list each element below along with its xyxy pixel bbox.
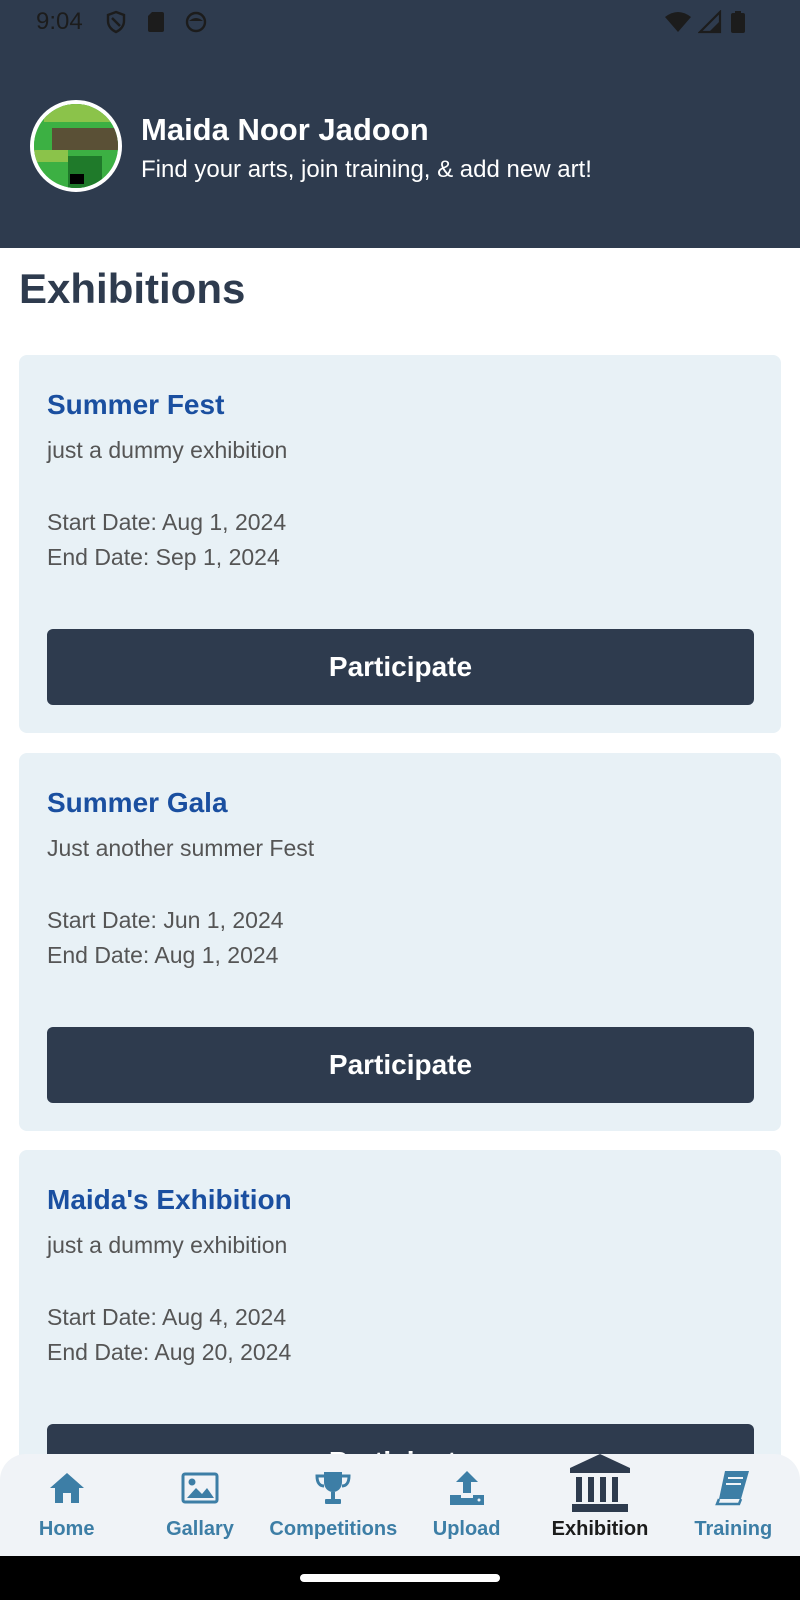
exhibition-card: Summer Gala Just another summer Fest Sta…	[19, 753, 781, 1131]
exhibition-start-date: Start Date: Aug 1, 2024	[47, 509, 287, 535]
nav-item-competitions[interactable]: Competitions	[267, 1454, 400, 1556]
exhibition-card: Summer Fest just a dummy exhibition Star…	[19, 355, 781, 733]
nav-label: Exhibition	[551, 1518, 649, 1540]
exhibition-description: just a dummy exhibition	[47, 437, 288, 463]
image-icon	[181, 1472, 219, 1504]
nav-item-exhibition[interactable]: Exhibition	[533, 1454, 666, 1556]
avatar-image	[34, 104, 118, 188]
home-gesture-pill[interactable]	[300, 1574, 500, 1582]
battery-icon	[731, 11, 745, 33]
page-title: Exhibitions	[19, 265, 246, 312]
wifi-icon	[665, 12, 691, 32]
nav-label: Training	[694, 1518, 773, 1540]
nav-item-gallary[interactable]: Gallary	[133, 1454, 266, 1556]
exhibition-title: Summer Gala	[47, 787, 228, 818]
nav-label: Upload	[432, 1518, 501, 1540]
user-tagline: Find your arts, join training, & add new…	[141, 156, 592, 183]
nav-label: Competitions	[269, 1518, 398, 1540]
app-header: 9:04 Maida Noor Jadoon Find your arts, j…	[0, 0, 800, 248]
participate-button[interactable]: Participate	[47, 1027, 754, 1103]
upload-icon	[449, 1471, 484, 1505]
nav-label: Home	[38, 1518, 95, 1540]
status-time: 9:04	[36, 8, 83, 35]
nav-item-home[interactable]: Home	[0, 1454, 133, 1556]
exhibition-description: Just another summer Fest	[47, 835, 315, 861]
face-icon	[185, 11, 207, 33]
bottom-nav: Home Gallary Competitions Upload Exhibit…	[0, 1454, 800, 1556]
nav-label: Gallary	[166, 1518, 234, 1540]
trophy-icon	[315, 1472, 351, 1504]
participate-button[interactable]: Participate	[47, 629, 754, 705]
shield-icon	[106, 10, 126, 34]
home-icon	[49, 1473, 84, 1503]
status-bar: 9:04	[0, 0, 800, 46]
avatar[interactable]	[30, 100, 122, 192]
nav-item-upload[interactable]: Upload	[400, 1454, 533, 1556]
exhibition-end-date: End Date: Aug 1, 2024	[47, 942, 279, 968]
exhibition-end-date: End Date: Aug 20, 2024	[47, 1339, 292, 1365]
exhibition-title: Maida's Exhibition	[47, 1184, 292, 1215]
sd-card-icon	[148, 12, 164, 32]
exhibition-start-date: Start Date: Jun 1, 2024	[47, 907, 284, 933]
book-icon	[715, 1471, 750, 1506]
exhibition-title: Summer Fest	[47, 389, 225, 420]
exhibition-end-date: End Date: Sep 1, 2024	[47, 544, 280, 570]
gesture-bar	[0, 1556, 800, 1600]
museum-icon	[569, 1454, 630, 1512]
nav-item-training[interactable]: Training	[667, 1454, 800, 1556]
user-name: Maida Noor Jadoon	[141, 112, 429, 147]
exhibition-description: just a dummy exhibition	[47, 1232, 288, 1258]
signal-icon	[698, 10, 722, 34]
exhibition-start-date: Start Date: Aug 4, 2024	[47, 1304, 287, 1330]
